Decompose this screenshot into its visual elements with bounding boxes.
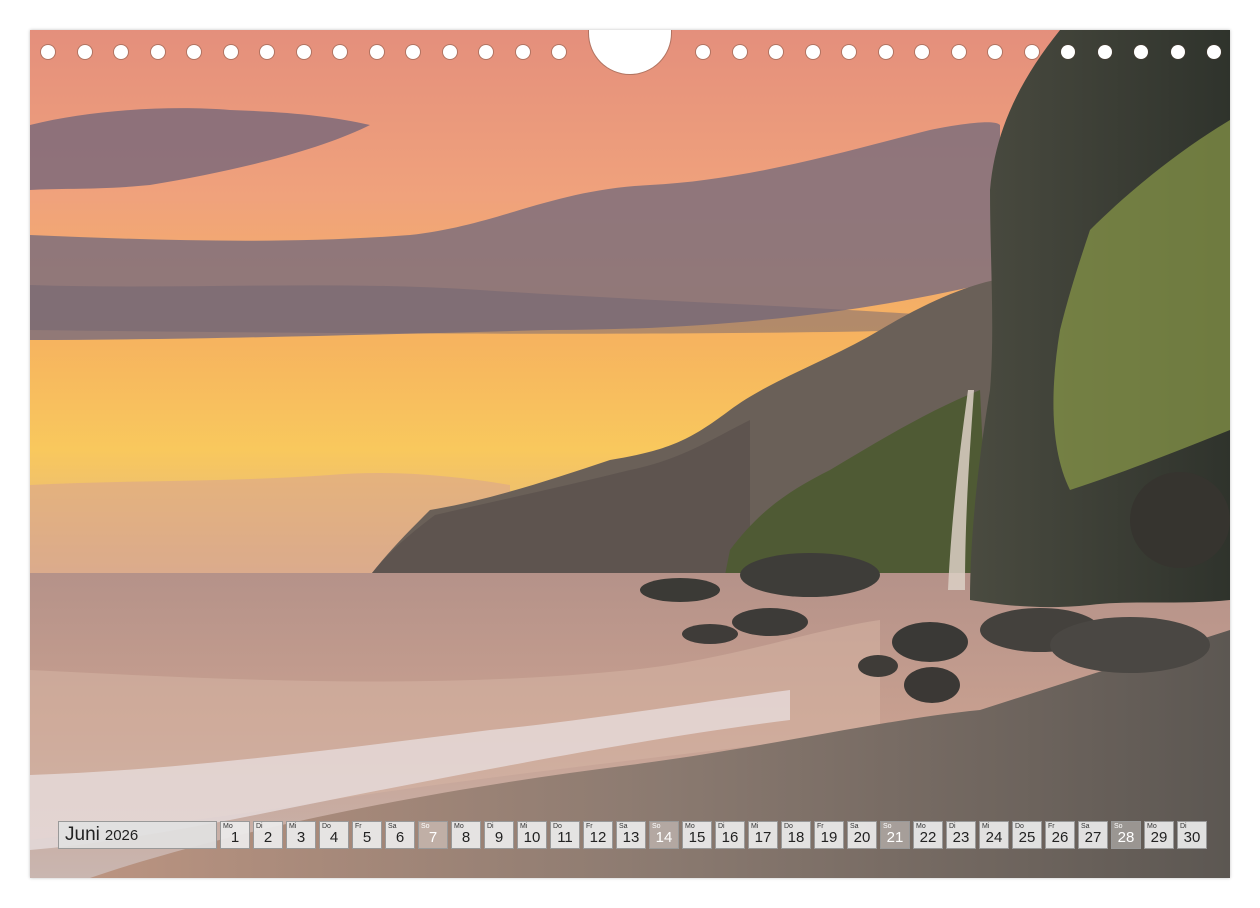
day-cell: Di 9 <box>484 821 514 849</box>
day-number: 22 <box>919 829 937 846</box>
day-cell: Di 23 <box>946 821 976 849</box>
day-number: 23 <box>952 829 970 846</box>
day-number: 18 <box>787 829 805 846</box>
binding-hole <box>333 45 347 59</box>
day-cell: Di 16 <box>715 821 745 849</box>
day-cell: Di 2 <box>253 821 283 849</box>
day-number: 2 <box>263 829 273 846</box>
day-cell: Mo 1 <box>220 821 250 849</box>
day-cell: Do 18 <box>781 821 811 849</box>
binding-hole <box>114 45 128 59</box>
sunset-coast-photo <box>30 30 1230 878</box>
day-number: 28 <box>1117 829 1135 846</box>
day-cell: Di 30 <box>1177 821 1207 849</box>
day-cell: Mo 8 <box>451 821 481 849</box>
day-cell: Sa 20 <box>847 821 877 849</box>
day-number: 1 <box>230 829 240 846</box>
binding-hole <box>1134 45 1148 59</box>
binding-hole <box>187 45 201 59</box>
day-number: 16 <box>721 829 739 846</box>
day-number: 25 <box>1018 829 1036 846</box>
binding-hole <box>988 45 1002 59</box>
day-cell: Mo 22 <box>913 821 943 849</box>
day-cell: Mo 15 <box>682 821 712 849</box>
binding-hole <box>260 45 274 59</box>
binding-hole <box>150 45 165 59</box>
month-name: Juni <box>65 824 100 845</box>
binding-hole <box>1097 45 1112 59</box>
day-cell: Do 11 <box>550 821 580 849</box>
calendar-strip: Juni 2026 Mo 1 Di 2 Mi 3 Do 4 Fr 5 Sa 6 So 7 Mo 8 Di 9 Mi 1… <box>58 821 1207 849</box>
day-cell: So 14 <box>649 821 679 849</box>
binding-hole <box>732 45 747 59</box>
binding-hole <box>842 45 856 59</box>
binding-hole <box>296 45 311 59</box>
day-number: 10 <box>523 829 541 846</box>
binding-hole <box>552 45 566 59</box>
day-number: 20 <box>853 829 871 846</box>
binding-hole <box>369 45 384 59</box>
binding-hole <box>1061 45 1075 59</box>
day-cell: So 7 <box>418 821 448 849</box>
day-cell: Mi 3 <box>286 821 316 849</box>
day-cell: So 28 <box>1111 821 1141 849</box>
year: 2026 <box>104 826 139 844</box>
day-cell: Fr 26 <box>1045 821 1075 849</box>
day-number: 21 <box>886 829 904 846</box>
day-number: 3 <box>296 829 306 846</box>
day-number: 30 <box>1183 829 1201 846</box>
day-cell: Fr 5 <box>352 821 382 849</box>
day-cell: Mi 10 <box>517 821 547 849</box>
binding-hole <box>1170 45 1185 59</box>
day-cell: So 21 <box>880 821 910 849</box>
binding-hole <box>479 45 493 59</box>
day-number: 6 <box>395 829 405 846</box>
binding-hole <box>406 45 420 59</box>
day-number: 26 <box>1051 829 1069 846</box>
day-cell: Sa 6 <box>385 821 415 849</box>
day-cell: Do 4 <box>319 821 349 849</box>
binding-hole <box>223 45 238 59</box>
binding-hole <box>41 45 55 59</box>
day-cell: Do 25 <box>1012 821 1042 849</box>
day-cell: Sa 13 <box>616 821 646 849</box>
binding-hole <box>951 45 966 59</box>
binding-hole <box>1207 45 1221 59</box>
binding-hole <box>878 45 893 59</box>
day-number: 17 <box>754 829 772 846</box>
day-number: 29 <box>1150 829 1168 846</box>
day-number: 24 <box>985 829 1003 846</box>
binding-hole <box>805 45 820 59</box>
day-cell: Sa 27 <box>1078 821 1108 849</box>
day-number: 5 <box>362 829 372 846</box>
day-number: 7 <box>428 829 438 846</box>
day-number: 27 <box>1084 829 1102 846</box>
binding-hole <box>769 45 783 59</box>
day-cell: Mo 29 <box>1144 821 1174 849</box>
day-number: 12 <box>589 829 607 846</box>
day-cell: Fr 12 <box>583 821 613 849</box>
binding-hole <box>515 45 530 59</box>
day-cell: Fr 19 <box>814 821 844 849</box>
day-number: 14 <box>655 829 673 846</box>
binding-hole <box>442 45 457 59</box>
day-number: 19 <box>820 829 838 846</box>
day-number: 8 <box>461 829 471 846</box>
binding-hole <box>696 45 710 59</box>
day-number: 4 <box>329 829 339 846</box>
day-number: 9 <box>494 829 504 846</box>
binding-hole <box>915 45 929 59</box>
binding-hole <box>1024 45 1039 59</box>
day-number: 15 <box>688 829 706 846</box>
day-number: 11 <box>557 829 573 846</box>
day-cell: Mi 17 <box>748 821 778 849</box>
month-label-cell: Juni 2026 <box>58 821 217 849</box>
day-number: 13 <box>622 829 640 846</box>
binding-hole <box>77 45 92 59</box>
calendar-page: Juni 2026 Mo 1 Di 2 Mi 3 Do 4 Fr 5 Sa 6 So 7 Mo 8 Di 9 Mi 1… <box>30 30 1230 878</box>
day-cell: Mi 24 <box>979 821 1009 849</box>
